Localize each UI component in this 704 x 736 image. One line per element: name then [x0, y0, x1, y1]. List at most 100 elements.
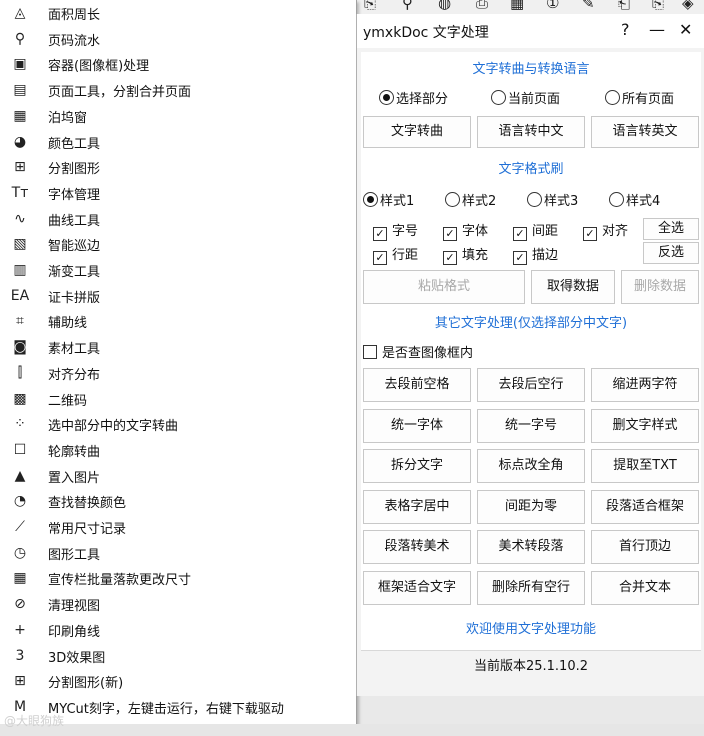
menu-item[interactable]: ⊘ 清理视图 [0, 591, 356, 617]
menu-item[interactable]: ⊞ 分割图形(新) [0, 668, 356, 694]
toolbar-icon-1[interactable]: ⎘ [364, 0, 376, 12]
toolbar-icon-10[interactable]: ◈ [682, 0, 694, 12]
menu-item[interactable]: ⟋ 常用尺寸记录 [0, 514, 356, 540]
help-button[interactable]: ? [621, 20, 630, 39]
minimize-button[interactable]: — [649, 20, 665, 39]
text-tool-button[interactable]: 表格字居中 [363, 489, 471, 524]
split-new-icon: ⊞ [14, 673, 26, 690]
menu-item[interactable]: ⁘ 选中部分中的文字转曲 [0, 411, 356, 437]
check-fill[interactable]: ✓ 填充 [443, 244, 488, 265]
to-chinese-button[interactable]: 语言转中文 [477, 116, 585, 148]
invert-selection-button[interactable]: 反选 [643, 242, 699, 264]
text-tool-button[interactable]: 统一字体 [363, 408, 471, 443]
check-label: 行距 [392, 248, 419, 263]
text-tool-button[interactable]: 提取至TXT [591, 449, 699, 484]
text-tool-button[interactable]: 框架适合文字 [363, 571, 471, 605]
menu-item[interactable]: ◙ 素材工具 [0, 334, 356, 360]
radio-style-2[interactable]: 样式2 [445, 190, 496, 209]
radio-dot [609, 192, 624, 207]
menu-item-label: 字体管理 [48, 187, 101, 203]
radio-scope-selection[interactable]: 选择部分 [379, 88, 448, 107]
check-image-frame[interactable]: 是否查图像框内 [363, 342, 473, 361]
radio-scope-all[interactable]: 所有页面 [605, 88, 674, 107]
menu-item[interactable]: ▲ 置入图片 [0, 463, 356, 489]
radio-dot [379, 90, 394, 105]
toolbar-icon-7[interactable]: ✎ [582, 0, 595, 12]
text-tool-button[interactable]: 美术转段落 [477, 530, 585, 565]
menu-item[interactable]: 3 3D效果图 [0, 643, 356, 669]
version-status: 当前版本25.1.10.2 [361, 650, 701, 683]
menu-item[interactable]: Tт 字体管理 [0, 180, 356, 206]
menu-item[interactable]: ⚲ 页码流水 [0, 26, 356, 52]
toolbar-icon-2[interactable]: ⚲ [402, 0, 413, 12]
toolbar-icon-3[interactable]: ◍ [438, 0, 451, 12]
toolbar-icon-6[interactable]: ① [546, 0, 559, 12]
check-font-size[interactable]: ✓ 字号 [373, 220, 418, 241]
text-tool-button[interactable]: 首行顶边 [591, 530, 699, 565]
menu-item[interactable]: ▦ 宣传栏批量落款更改尺寸 [0, 565, 356, 591]
menu-item-label: 页面工具，分割合并页面 [48, 85, 192, 101]
menu-item-label: 证卡拼版 [48, 290, 101, 306]
close-button[interactable]: ✕ [679, 20, 692, 39]
dialog-titlebar[interactable]: ymxkDoc 文字处理 ? — ✕ [357, 14, 704, 48]
menu-item[interactable]: ∿ 曲线工具 [0, 206, 356, 232]
check-font-family[interactable]: ✓ 字体 [443, 220, 488, 241]
text-tool-button[interactable]: 去段后空行 [477, 368, 585, 402]
page-tool-icon: ▤ [13, 82, 27, 99]
menu-item[interactable]: ⫿ 对齐分布 [0, 360, 356, 386]
text-tool-button[interactable]: 统一字号 [477, 408, 585, 443]
menu-item-label: 面积周长 [48, 8, 101, 23]
menu-item[interactable]: ▧ 智能巡边 [0, 231, 356, 257]
text-tool-button[interactable]: 删除所有空行 [477, 571, 585, 605]
radio-style-1[interactable]: 样式1 [363, 190, 414, 209]
radio-style-3[interactable]: 样式3 [527, 190, 578, 209]
convert-to-curve-button[interactable]: 文字转曲 [363, 116, 471, 148]
menu-item[interactable]: ▥ 渐变工具 [0, 257, 356, 283]
menu-item[interactable]: EA 证卡拼版 [0, 283, 356, 309]
menu-item[interactable]: ▣ 容器(图像框)处理 [0, 51, 356, 77]
check-label: 描边 [532, 248, 559, 263]
get-data-button[interactable]: 取得数据 [531, 270, 615, 304]
menu-item[interactable]: ◷ 图形工具 [0, 540, 356, 566]
menu-item[interactable]: ◔ 查找替换颜色 [0, 488, 356, 514]
menu-item[interactable]: + 印刷角线 [0, 617, 356, 643]
watermark: @大眼狗族 [4, 714, 65, 728]
select-all-button[interactable]: 全选 [643, 218, 699, 240]
text-tool-button[interactable]: 间距为零 [477, 489, 585, 524]
check-spacing[interactable]: ✓ 间距 [513, 220, 558, 241]
text-tool-button[interactable]: 删文字样式 [591, 408, 699, 443]
text-tool-button[interactable]: 合并文本 [591, 571, 699, 605]
toolbar-icon-4[interactable]: ⎙ [476, 0, 488, 12]
check-align[interactable]: ✓ 对齐 [583, 220, 628, 241]
text-tool-button[interactable]: 缩进两字符 [591, 368, 699, 402]
text-tool-button[interactable]: 段落转美术 [363, 530, 471, 565]
to-english-button[interactable]: 语言转英文 [591, 116, 699, 148]
menu-item[interactable]: ⌗ 辅助线 [0, 308, 356, 334]
menu-item[interactable]: ◬ 面积周长 [0, 0, 356, 26]
checkbox-checked: ✓ [513, 251, 527, 265]
text-tool-button[interactable]: 标点改全角 [477, 449, 585, 484]
toolbar-icon-5[interactable]: ▦ [510, 0, 524, 12]
menu-item[interactable]: ☐ 轮廓转曲 [0, 437, 356, 463]
text-tool-button[interactable]: 拆分文字 [363, 449, 471, 484]
menu-item-label: 对齐分布 [48, 367, 101, 383]
radio-scope-page[interactable]: 当前页面 [491, 88, 560, 107]
menu-item[interactable]: ▤ 页面工具，分割合并页面 [0, 77, 356, 103]
check-line-spacing[interactable]: ✓ 行距 [373, 244, 418, 265]
radio-style-4[interactable]: 样式4 [609, 190, 660, 209]
check-label: 是否查图像框内 [382, 346, 474, 361]
menu-item[interactable]: ▩ 二维码 [0, 386, 356, 412]
toolbar-icon-9[interactable]: ⎘ [652, 0, 664, 12]
text-tool-button[interactable]: 段落适合框架 [591, 489, 699, 524]
menu-item[interactable]: ◕ 颜色工具 [0, 129, 356, 155]
check-stroke[interactable]: ✓ 描边 [513, 244, 558, 265]
section-title-convert: 文字转曲与转换语言 [472, 62, 590, 77]
menu-item[interactable]: ⊞ 分割图形 [0, 154, 356, 180]
check-label: 间距 [532, 224, 559, 239]
paste-format-button[interactable]: 粘贴格式 [363, 270, 525, 304]
text-tool-button[interactable]: 去段前空格 [363, 368, 471, 402]
menu-item[interactable]: ▦ 泊坞窗 [0, 103, 356, 129]
delete-data-button[interactable]: 删除数据 [621, 270, 699, 304]
material-icon: ◙ [13, 339, 27, 356]
toolbar-icon-8[interactable]: ⎗ [618, 0, 630, 12]
